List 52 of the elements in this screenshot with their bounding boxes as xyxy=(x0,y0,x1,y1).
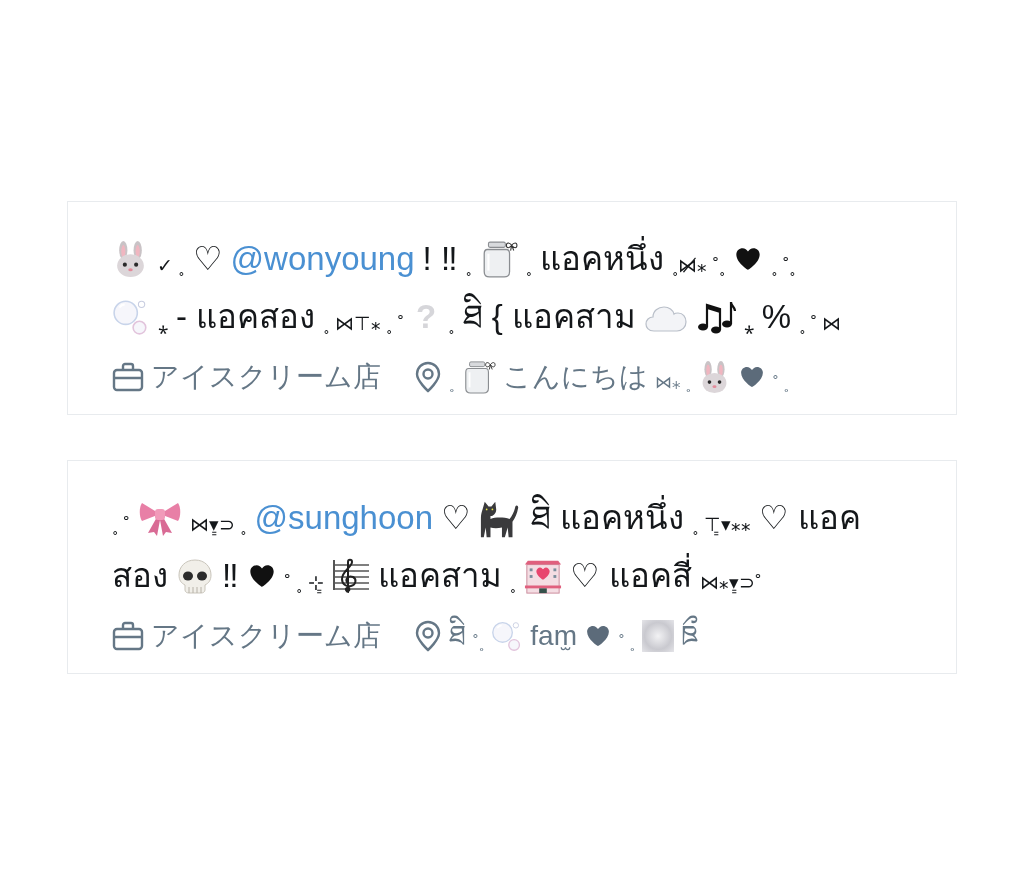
bio-text: ♡ xyxy=(192,239,223,279)
bio-text: สอง xyxy=(112,556,168,596)
briefcase-icon xyxy=(112,621,144,651)
bio-text: ˳ xyxy=(525,254,533,278)
bubbles-icon xyxy=(112,298,150,336)
bio-text: แอคสาม xyxy=(377,556,502,596)
bio-text: ˳ xyxy=(448,312,455,336)
bio-text: ⁎ xyxy=(743,312,754,336)
location-text: ⋈⁎ ˳ xyxy=(654,372,692,394)
bio-text: ! ‼ xyxy=(422,239,458,279)
bio-text: ˳ ˚ xyxy=(112,513,130,537)
bio-text: ♡ แอคสี่ xyxy=(570,547,693,605)
bio-text: ♡ xyxy=(441,498,472,538)
location-text: ˚˳ xyxy=(473,631,485,653)
bio-text: ♡ แอค xyxy=(758,498,861,538)
location-text: ˳ xyxy=(449,372,455,394)
location-text: こんにちは xyxy=(502,360,648,394)
bio-text: ཐི { แอคสาม xyxy=(462,288,636,346)
location-pin-icon xyxy=(414,361,442,393)
bio-text: ⋈⁎▾͇⊃˚ xyxy=(700,571,762,596)
bio-text: - แอคสอง xyxy=(176,297,316,337)
bio-text: แอคหนึ่ง xyxy=(540,230,665,288)
bio-text: ˳ ⊤͇▾⁎⁎ xyxy=(692,513,751,538)
bio-text: ˳ xyxy=(465,254,472,278)
location-text: ཋྀ xyxy=(681,611,699,661)
category-text: アイスクリーム店 xyxy=(151,360,381,394)
location-text: fam̫ xyxy=(530,619,577,653)
bio-text: ⋈▾͇⊃ ˳ xyxy=(189,513,247,538)
mention-link[interactable]: @wonyoung xyxy=(230,230,415,288)
bio-text: ཐི แอคหนึ่ง xyxy=(531,489,685,547)
location-text: ˚ ˳ xyxy=(619,631,636,653)
mention-link[interactable]: @sunghoon xyxy=(254,489,434,547)
location-text: ˚ ˳ xyxy=(773,372,790,394)
bio-text: ‼ xyxy=(222,556,239,596)
location-pin-icon xyxy=(414,620,442,652)
bio-text: ✓ ˳ xyxy=(157,254,185,278)
bio-text: ˳ xyxy=(509,571,517,595)
bio-text: ˳ ⋈⊤⁎ ˳ ˚ xyxy=(323,312,404,336)
category-text: アイスクリーム店 xyxy=(151,619,381,653)
blurred-square-icon xyxy=(642,620,675,652)
bio-text: ? xyxy=(415,297,438,337)
bio-text: % xyxy=(761,297,792,337)
music-notes-icon xyxy=(695,299,736,335)
bio-text: ⁎ xyxy=(158,312,168,336)
bio-text: ˚ ˳ ⊹͇ xyxy=(284,571,324,596)
skull-icon xyxy=(176,558,214,594)
bio-text: ˳ ˚ ⋈ xyxy=(799,312,842,336)
bio-text: ˳⋈̸⁎ ˚˳ xyxy=(672,254,726,278)
briefcase-icon xyxy=(112,362,144,392)
music-score-icon xyxy=(331,556,370,596)
location-text: ཐི xyxy=(449,611,466,661)
bio-text: ˳ ˚˳ xyxy=(771,254,796,278)
